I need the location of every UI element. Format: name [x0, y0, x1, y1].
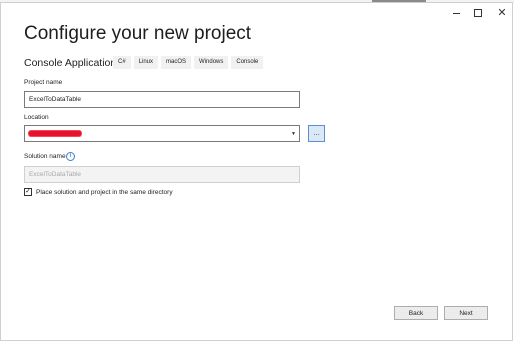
tag-console: Console: [231, 56, 264, 69]
minimize-icon: [452, 12, 460, 14]
info-icon[interactable]: i: [66, 152, 75, 161]
tag-macos: macOS: [161, 56, 192, 69]
next-button[interactable]: Next: [444, 306, 488, 320]
project-name-input[interactable]: ExcelToDataTable: [24, 91, 300, 108]
project-name-value: ExcelToDataTable: [29, 96, 82, 103]
template-name: Console Application: [24, 57, 117, 69]
same-directory-checkbox[interactable]: ✓: [24, 188, 32, 196]
project-name-label: Project name: [24, 79, 63, 86]
close-button[interactable]: ✕: [491, 6, 513, 20]
redaction-mark: [29, 131, 81, 136]
tag-linux: Linux: [133, 56, 159, 69]
browse-button[interactable]: ...: [308, 125, 325, 142]
maximize-icon: [474, 9, 482, 17]
tag-csharp: C#: [113, 56, 131, 69]
location-combo[interactable]: ▼: [24, 125, 300, 142]
solution-name-value: ExcelToDataTable: [29, 171, 82, 178]
solution-name-input: ExcelToDataTable: [24, 166, 300, 183]
minimize-button[interactable]: [445, 6, 467, 20]
same-directory-label[interactable]: Place solution and project in the same d…: [36, 189, 173, 196]
close-icon: ✕: [497, 6, 507, 19]
maximize-button[interactable]: [467, 6, 489, 20]
checkmark-icon: ✓: [25, 188, 31, 195]
chevron-down-icon[interactable]: ▼: [291, 131, 296, 137]
solution-name-label: Solution name: [24, 153, 66, 160]
template-tags: C# Linux macOS Windows Console: [113, 56, 264, 69]
location-label: Location: [24, 114, 49, 121]
page-title: Configure your new project: [24, 23, 252, 44]
tag-windows: Windows: [194, 56, 229, 69]
back-button[interactable]: Back: [394, 306, 438, 320]
